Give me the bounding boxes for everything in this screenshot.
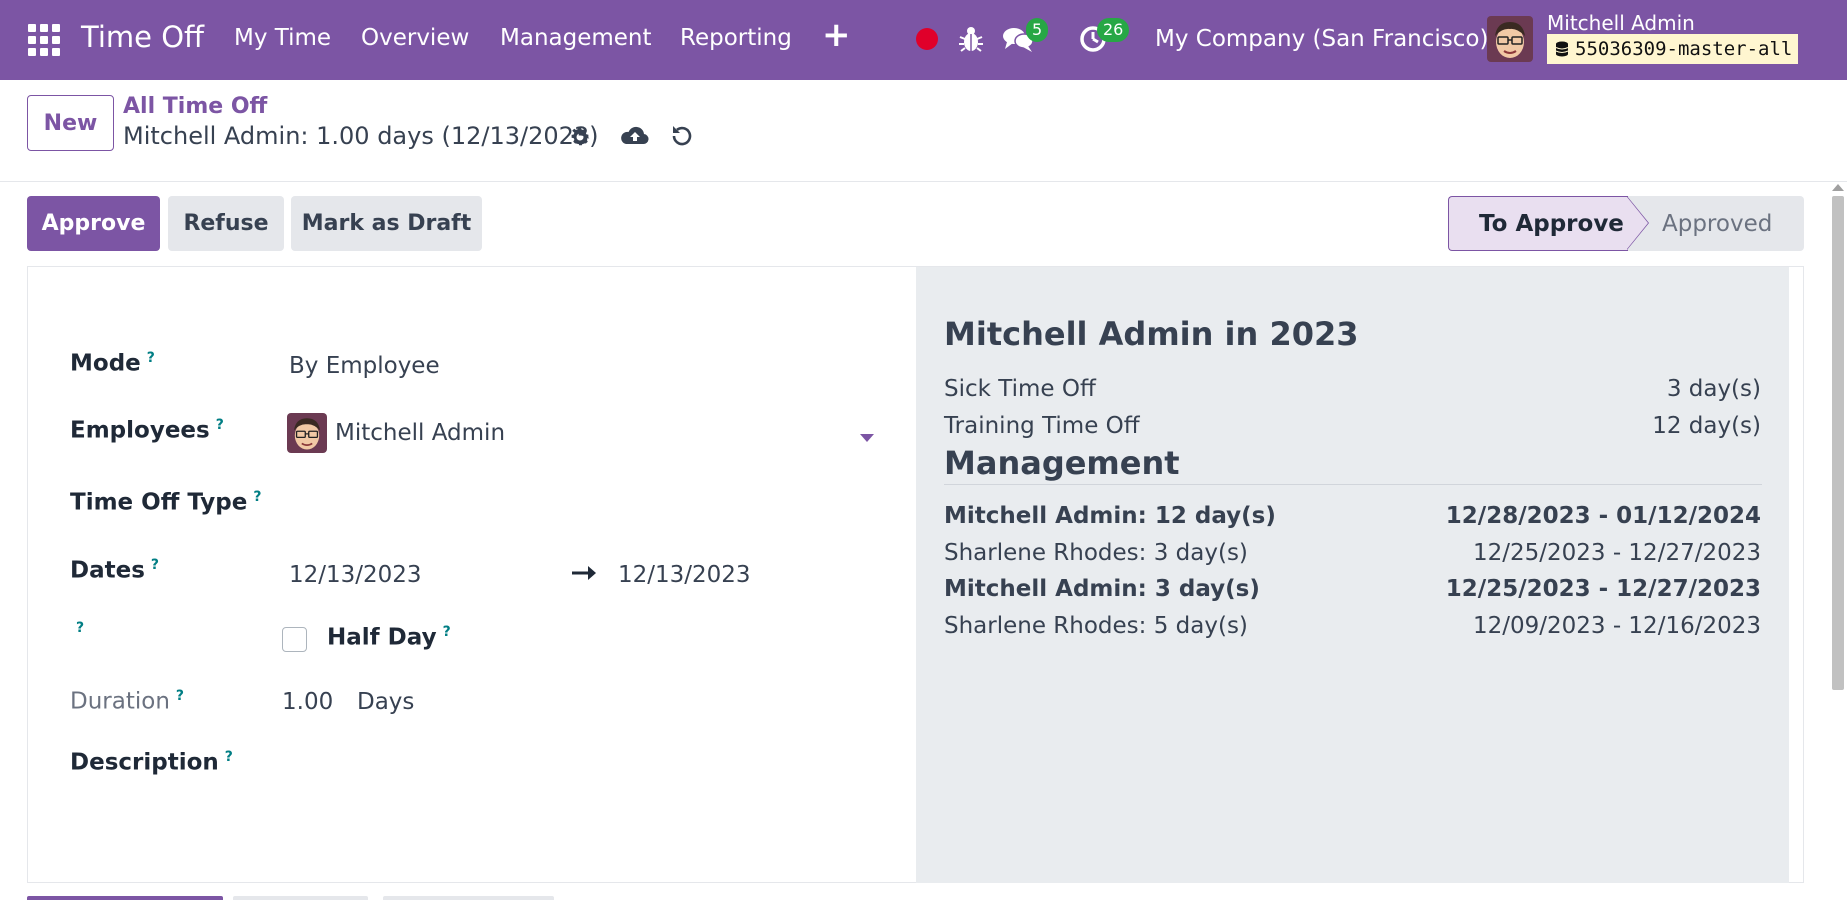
date-from-input[interactable]: 12/13/2023 [289,562,422,588]
management-item-range: 12/09/2023 - 12/16/2023 [1472,613,1761,639]
database-name: 55036309-master-all [1575,38,1793,60]
database-icon [1555,41,1569,57]
menu-overview[interactable]: Overview [361,25,469,51]
status-to-approve[interactable]: To Approve [1448,196,1628,251]
control-panel: New All Time Off Mitchell Admin: 1.00 da… [0,80,1847,182]
management-item-name: Mitchell Admin: 3 day(s) [944,576,1260,602]
menu-reporting[interactable]: Reporting [680,25,792,51]
allocation-value: 12 day(s) [1652,413,1761,439]
user-avatar[interactable] [1487,16,1533,62]
date-to-input[interactable]: 12/13/2023 [618,562,751,588]
employees-help-icon[interactable]: ? [216,417,224,433]
duration-help-icon[interactable]: ? [176,688,184,704]
summary-panel [916,267,1789,883]
dates-label: Dates? [70,557,160,584]
approve-button[interactable]: Approve [27,196,160,251]
dates-help-icon[interactable]: ? [151,557,159,573]
record-icon[interactable] [916,28,938,50]
plus-icon[interactable]: + [822,18,851,52]
tab-stub-active[interactable] [27,896,223,900]
arrow-right-icon [572,566,596,580]
duration-value[interactable]: 1.00 [282,689,333,715]
tab-stub[interactable] [383,896,554,900]
half-day-label: Half Day? [327,624,451,651]
management-divider [944,484,1762,485]
allocation-value: 3 day(s) [1666,376,1761,402]
employees-label: Employees? [70,417,224,444]
app-title[interactable]: Time Off [81,20,204,54]
apps-menu-icon[interactable] [28,24,60,56]
description-help-icon[interactable]: ? [225,749,233,765]
allocation-name: Training Time Off [944,413,1140,439]
status-bar: Approved To Approve [1448,196,1804,251]
employee-value[interactable]: Mitchell Admin [335,420,505,446]
refuse-button[interactable]: Refuse [168,196,284,251]
scrollbar[interactable] [1832,196,1844,690]
database-badge: 55036309-master-all [1547,34,1799,64]
management-item-range: 12/25/2023 - 12/27/2023 [1445,576,1761,602]
employee-avatar [287,413,327,453]
unit-help-icon[interactable]: ? [76,620,84,636]
tab-stub[interactable] [233,896,368,900]
mode-value[interactable]: By Employee [289,353,440,379]
top-navbar: Time Off My Time Overview Management Rep… [0,0,1847,80]
management-item-range: 12/25/2023 - 12/27/2023 [1472,540,1761,566]
allocation-name: Sick Time Off [944,376,1096,402]
gear-icon[interactable] [568,125,592,149]
user-name[interactable]: Mitchell Admin [1547,11,1695,35]
management-item-name: Sharlene Rhodes: 3 day(s) [944,540,1248,566]
status-arrow-fill [1627,197,1648,249]
mode-label: Mode? [70,350,155,377]
new-button[interactable]: New [27,95,114,151]
mode-help-icon[interactable]: ? [147,350,155,366]
time-off-type-label: Time Off Type? [70,489,262,516]
half-day-help-icon[interactable]: ? [443,624,451,640]
type-help-icon[interactable]: ? [253,489,261,505]
management-item-name: Sharlene Rhodes: 5 day(s) [944,613,1248,639]
discard-changes-icon[interactable] [669,123,695,149]
scroll-up-arrow[interactable] [1832,184,1844,191]
summary-title: Mitchell Admin in 2023 [944,315,1359,353]
duration-label: Duration? [70,688,185,715]
description-label: Description? [70,749,233,776]
breadcrumb-all-time-off[interactable]: All Time Off [123,94,267,119]
menu-my-time[interactable]: My Time [234,25,331,51]
activity-count-badge: 26 [1097,18,1130,42]
record-title: Mitchell Admin: 1.00 days (12/13/2023) [123,122,599,150]
status-approved[interactable]: Approved [1628,196,1804,251]
management-heading: Management [944,444,1180,482]
employee-dropdown-icon[interactable] [860,434,874,442]
half-day-checkbox[interactable] [282,627,307,652]
bug-icon[interactable] [958,24,984,54]
management-item-range: 12/28/2023 - 01/12/2024 [1445,503,1761,529]
duration-unit: Days [357,689,415,715]
company-switcher[interactable]: My Company (San Francisco) [1155,26,1488,52]
mark-as-draft-button[interactable]: Mark as Draft [291,196,482,251]
cloud-save-icon[interactable] [620,124,650,148]
chat-count-badge: 5 [1026,18,1049,42]
menu-management[interactable]: Management [500,25,652,51]
management-item-name: Mitchell Admin: 12 day(s) [944,503,1276,529]
